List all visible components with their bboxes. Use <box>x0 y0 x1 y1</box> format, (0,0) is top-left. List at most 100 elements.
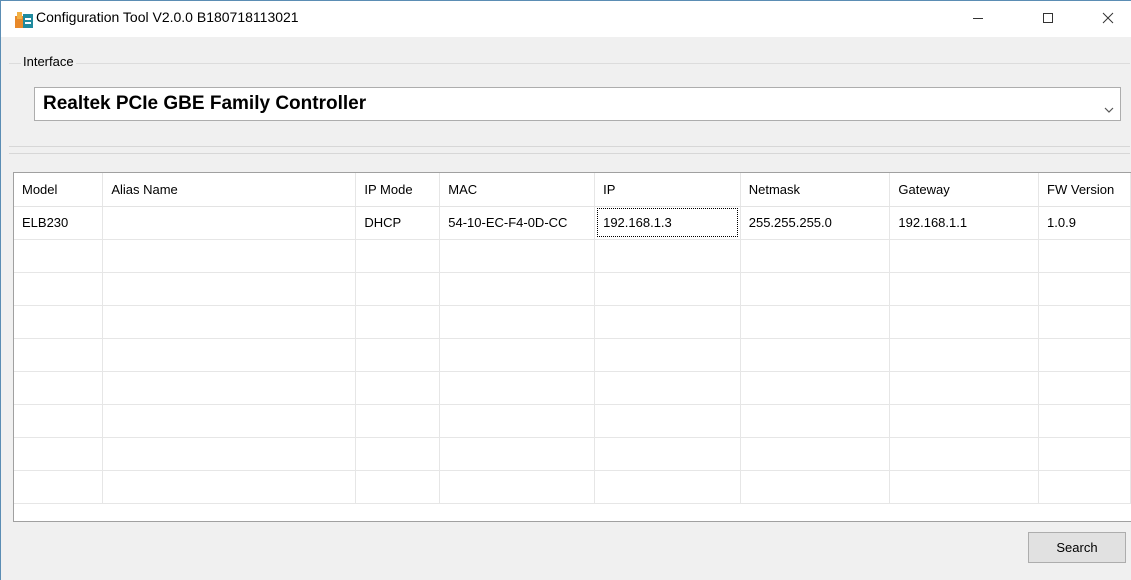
column-header-ip[interactable]: IP <box>594 173 741 207</box>
empty-cell[interactable] <box>740 404 891 438</box>
empty-cell[interactable] <box>594 305 741 339</box>
table-row-empty[interactable] <box>14 272 1131 306</box>
empty-cell[interactable] <box>889 272 1040 306</box>
column-header-gateway[interactable]: Gateway <box>889 173 1040 207</box>
maximize-icon <box>1043 13 1053 23</box>
empty-cell[interactable] <box>355 437 441 471</box>
empty-cell[interactable] <box>889 470 1040 504</box>
empty-cell[interactable] <box>889 437 1040 471</box>
empty-cell[interactable] <box>355 272 441 306</box>
empty-cell[interactable] <box>1038 338 1131 372</box>
empty-cell[interactable] <box>14 371 104 405</box>
empty-cell[interactable] <box>439 239 596 273</box>
empty-cell[interactable] <box>355 305 441 339</box>
empty-cell[interactable] <box>14 239 104 273</box>
empty-cell[interactable] <box>889 371 1040 405</box>
empty-cell[interactable] <box>439 437 596 471</box>
empty-cell[interactable] <box>439 371 596 405</box>
device-grid[interactable]: Model Alias Name IP Mode MAC IP Netmask … <box>13 172 1131 522</box>
table-row-empty[interactable] <box>14 470 1131 504</box>
empty-cell[interactable] <box>102 305 357 339</box>
empty-cell[interactable] <box>740 272 891 306</box>
empty-cell[interactable] <box>1038 272 1131 306</box>
empty-cell[interactable] <box>102 239 357 273</box>
empty-cell[interactable] <box>740 371 891 405</box>
empty-cell[interactable] <box>740 470 891 504</box>
cell-ip-mode[interactable]: DHCP <box>355 206 441 240</box>
empty-cell[interactable] <box>740 437 891 471</box>
empty-cell[interactable] <box>14 437 104 471</box>
cell-gateway[interactable]: 192.168.1.1 <box>889 206 1040 240</box>
empty-cell[interactable] <box>594 371 741 405</box>
empty-cell[interactable] <box>439 470 596 504</box>
cell-netmask[interactable]: 255.255.255.0 <box>740 206 891 240</box>
empty-cell[interactable] <box>102 437 357 471</box>
cell-model[interactable]: ELB230 <box>14 206 104 240</box>
table-row-empty[interactable] <box>14 404 1131 438</box>
empty-cell[interactable] <box>1038 470 1131 504</box>
empty-cell[interactable] <box>355 338 441 372</box>
empty-cell[interactable] <box>889 305 1040 339</box>
empty-cell[interactable] <box>594 239 741 273</box>
app-window: Configuration Tool V2.0.0 B180718113021 … <box>0 0 1131 580</box>
column-header-mac[interactable]: MAC <box>439 173 596 207</box>
empty-cell[interactable] <box>1038 239 1131 273</box>
title-bar[interactable]: Configuration Tool V2.0.0 B180718113021 <box>1 1 1131 37</box>
empty-cell[interactable] <box>355 239 441 273</box>
empty-cell[interactable] <box>1038 305 1131 339</box>
cell-fw-version[interactable]: 1.0.9 <box>1038 206 1131 240</box>
empty-cell[interactable] <box>740 239 891 273</box>
empty-cell[interactable] <box>439 338 596 372</box>
empty-cell[interactable] <box>439 404 596 438</box>
empty-cell[interactable] <box>439 272 596 306</box>
column-header-ip-mode[interactable]: IP Mode <box>355 173 441 207</box>
interface-select[interactable]: Realtek PCIe GBE Family Controller <box>34 87 1121 121</box>
cell-mac[interactable]: 54-10-EC-F4-0D-CC <box>439 206 596 240</box>
empty-cell[interactable] <box>740 338 891 372</box>
empty-cell[interactable] <box>1038 404 1131 438</box>
empty-cell[interactable] <box>889 239 1040 273</box>
column-header-netmask[interactable]: Netmask <box>740 173 891 207</box>
empty-cell[interactable] <box>14 404 104 438</box>
cell-ip[interactable]: 192.168.1.3 <box>594 206 741 240</box>
empty-cell[interactable] <box>1038 437 1131 471</box>
column-header-alias-name[interactable]: Alias Name <box>102 173 357 207</box>
maximize-button[interactable] <box>1025 1 1071 35</box>
table-row-empty[interactable] <box>14 239 1131 273</box>
empty-cell[interactable] <box>594 437 741 471</box>
separator <box>9 146 1130 147</box>
empty-cell[interactable] <box>14 272 104 306</box>
close-button[interactable] <box>1085 1 1131 35</box>
empty-cell[interactable] <box>102 470 357 504</box>
empty-cell[interactable] <box>1038 371 1131 405</box>
empty-cell[interactable] <box>740 305 891 339</box>
table-row-empty[interactable] <box>14 371 1131 405</box>
table-row[interactable]: ELB230 DHCP 54-10-EC-F4-0D-CC 192.168.1.… <box>14 206 1131 240</box>
search-button[interactable]: Search <box>1028 532 1126 563</box>
empty-cell[interactable] <box>102 404 357 438</box>
empty-cell[interactable] <box>594 404 741 438</box>
table-row-empty[interactable] <box>14 305 1131 339</box>
empty-cell[interactable] <box>355 404 441 438</box>
empty-cell[interactable] <box>102 371 357 405</box>
empty-cell[interactable] <box>355 470 441 504</box>
empty-cell[interactable] <box>14 470 104 504</box>
empty-cell[interactable] <box>14 305 104 339</box>
cell-alias-name[interactable] <box>102 206 357 240</box>
empty-cell[interactable] <box>355 371 441 405</box>
empty-cell[interactable] <box>889 338 1040 372</box>
table-header-row: Model Alias Name IP Mode MAC IP Netmask … <box>14 173 1131 207</box>
empty-cell[interactable] <box>594 338 741 372</box>
column-header-model[interactable]: Model <box>14 173 104 207</box>
empty-cell[interactable] <box>594 470 741 504</box>
column-header-fw-version[interactable]: FW Version <box>1038 173 1131 207</box>
empty-cell[interactable] <box>102 338 357 372</box>
empty-cell[interactable] <box>889 404 1040 438</box>
empty-cell[interactable] <box>14 338 104 372</box>
empty-cell[interactable] <box>594 272 741 306</box>
minimize-button[interactable] <box>955 1 1001 35</box>
empty-cell[interactable] <box>102 272 357 306</box>
table-row-empty[interactable] <box>14 437 1131 471</box>
table-row-empty[interactable] <box>14 338 1131 372</box>
empty-cell[interactable] <box>439 305 596 339</box>
